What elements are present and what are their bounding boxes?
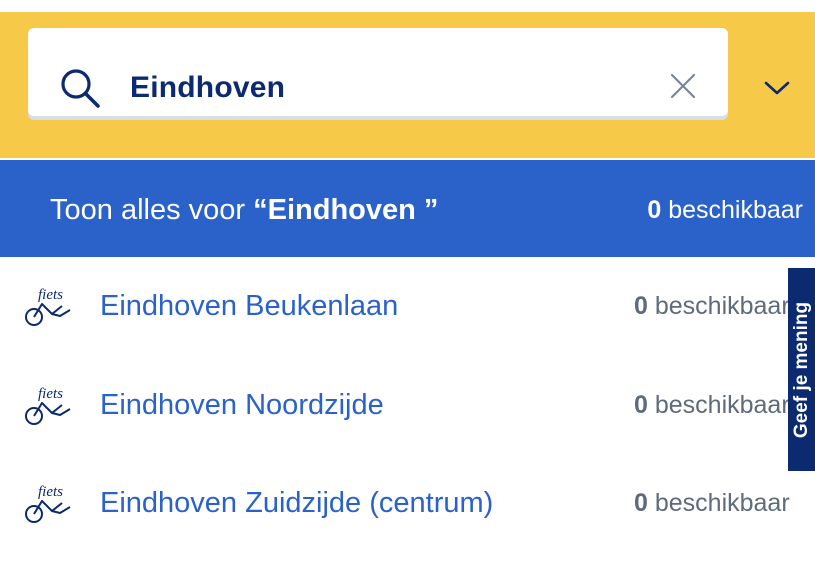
chevron-down-icon[interactable] xyxy=(762,78,792,98)
result-count: 0 xyxy=(634,391,648,419)
show-all-count: 0 xyxy=(647,196,662,224)
result-available-label: beschikbaar xyxy=(647,391,790,419)
top-strip xyxy=(0,0,815,12)
result-item-beukenlaan[interactable]: fiets Eindhoven Beukenlaan 0 beschikbaar xyxy=(0,258,815,356)
result-item-noordzijde[interactable]: fiets Eindhoven Noordzijde 0 beschikbaar xyxy=(0,357,815,455)
result-count: 0 xyxy=(634,292,648,320)
result-availability: 0 beschikbaar xyxy=(634,483,790,523)
show-all-prefix: Toon alles voor xyxy=(50,194,254,226)
close-icon[interactable] xyxy=(668,71,698,101)
result-item-zuidzijde[interactable]: fiets Eindhoven Zuidzijde (centrum) 0 be… xyxy=(0,455,815,553)
feedback-tab[interactable]: Geef je mening xyxy=(788,268,815,471)
result-availability: 0 beschikbaar xyxy=(634,385,790,425)
feedback-label: Geef je mening xyxy=(790,301,812,438)
bike-icon: fiets xyxy=(25,386,71,425)
show-all-query: “Eindhoven ” xyxy=(253,194,439,226)
svg-text:fiets: fiets xyxy=(38,287,63,303)
bike-icon: fiets xyxy=(25,287,71,326)
result-availability: 0 beschikbaar xyxy=(634,286,790,326)
result-name[interactable]: Eindhoven Beukenlaan xyxy=(100,286,398,326)
result-name[interactable]: Eindhoven Noordzijde xyxy=(100,385,384,425)
bike-icon: fiets xyxy=(25,484,71,523)
result-available-label: beschikbaar xyxy=(647,292,790,320)
show-all-button[interactable]: Toon alles voor “Eindhoven ” 0 beschikba… xyxy=(0,160,815,257)
search-icon xyxy=(61,69,100,108)
show-all-available-label: beschikbaar xyxy=(661,196,803,224)
result-count: 0 xyxy=(634,489,648,517)
show-all-label: Toon alles voor “Eindhoven ” xyxy=(50,190,438,230)
svg-text:fiets: fiets xyxy=(38,386,63,402)
result-name[interactable]: Eindhoven Zuidzijde (centrum) xyxy=(100,483,493,523)
svg-text:fiets: fiets xyxy=(38,484,63,500)
search-value[interactable]: Eindhoven xyxy=(130,68,285,108)
result-available-label: beschikbaar xyxy=(647,489,790,517)
show-all-availability: 0 beschikbaar xyxy=(647,190,803,230)
